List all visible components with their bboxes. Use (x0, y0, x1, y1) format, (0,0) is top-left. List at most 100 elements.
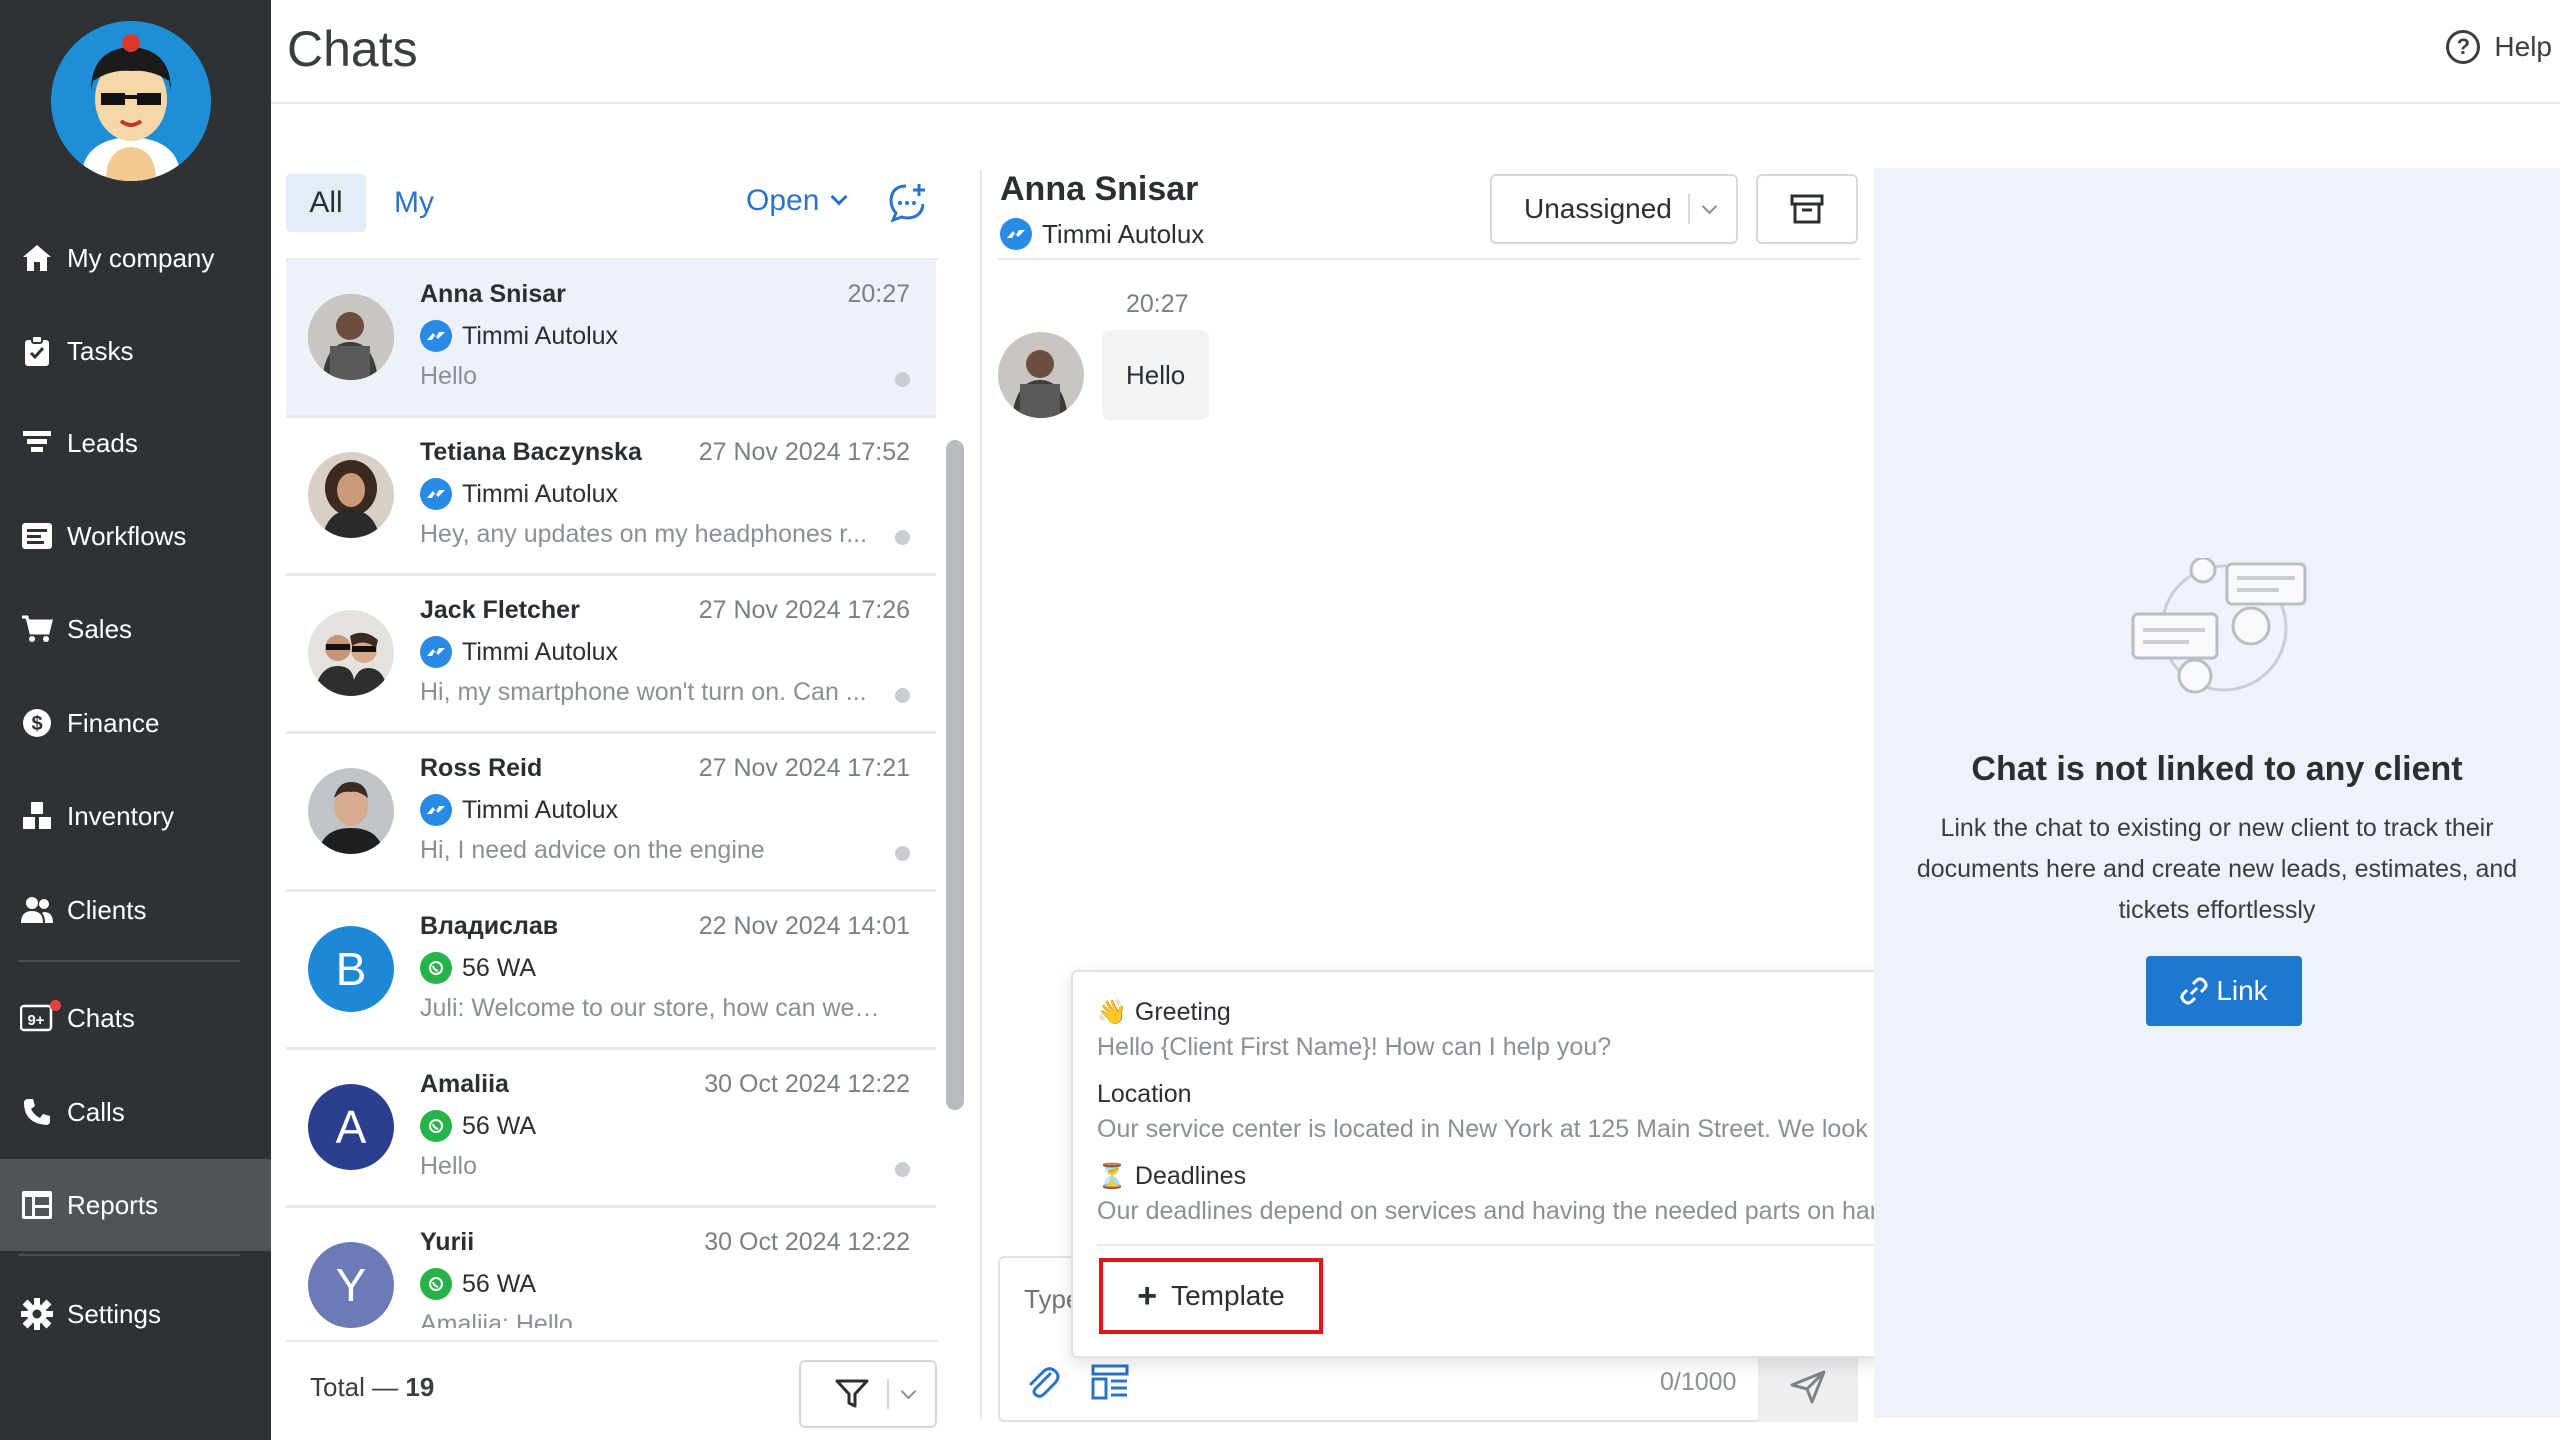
template-popup: 👋 Greeting Hello {Client First Name}! Ho… (1071, 970, 1989, 1358)
notification-dot (50, 1000, 61, 1011)
chat-timestamp: 22 Nov 2024 14:01 (698, 912, 910, 940)
sidebar-item-label: Inventory (67, 800, 174, 831)
messenger-icon (1000, 218, 1032, 250)
boxes-icon (19, 798, 55, 834)
new-chat-icon[interactable] (886, 182, 928, 224)
help-button[interactable]: ? Help (2446, 30, 2552, 64)
sidebar-item-reports[interactable]: Reports (0, 1159, 271, 1251)
template-body: Hello {Client First Name}! How can I hel… (1097, 1033, 1612, 1061)
whatsapp-icon (420, 1110, 452, 1142)
chat-source: 56 WA (420, 1268, 536, 1300)
chat-timestamp: 27 Nov 2024 17:52 (698, 438, 910, 466)
status-dot (895, 1162, 910, 1177)
avatar (308, 294, 394, 380)
sidebar-item-workflows[interactable]: Workflows (0, 490, 271, 582)
avatar: Y (308, 1242, 394, 1328)
waving-hand-icon: 👋 (1097, 999, 1127, 1026)
sidebar-item-inventory[interactable]: Inventory (0, 770, 271, 862)
chat-list-item[interactable]: Ross Reid 27 Nov 2024 17:21 Timmi Autolu… (286, 734, 936, 892)
assignee-dropdown[interactable]: Unassigned (1490, 174, 1738, 244)
chat-list-item[interactable]: Tetiana Baczynska 27 Nov 2024 17:52 Timm… (286, 418, 936, 576)
chat-source: Timmi Autolux (420, 478, 618, 510)
chat-timestamp: 30 Oct 2024 12:22 (704, 1070, 910, 1098)
template-title-row: Location (1097, 1080, 1967, 1109)
sidebar-item-calls[interactable]: Calls (0, 1066, 271, 1158)
send-button[interactable] (1758, 1352, 1858, 1422)
avatar: B (308, 926, 394, 1012)
sidebar-item-label: Clients (67, 894, 147, 925)
users-icon (19, 892, 55, 928)
clipboard-check-icon (19, 333, 55, 369)
chat-source-label: 56 WA (462, 1269, 537, 1298)
avatar (308, 610, 394, 696)
sidebar-item-leads[interactable]: Leads (0, 397, 271, 489)
add-template-button[interactable]: + Template (1099, 1258, 1323, 1334)
chat-contact-name: Amaliia (420, 1070, 509, 1098)
messenger-icon (420, 636, 452, 668)
conversation-contact-name: Anna Snisar (1000, 170, 1199, 208)
status-dot (895, 846, 910, 861)
button-divider (887, 1379, 889, 1409)
chat-list-item[interactable]: Jack Fletcher 27 Nov 2024 17:26 Timmi Au… (286, 576, 936, 734)
sidebar-item-chats[interactable]: 9+ Chats (0, 972, 271, 1064)
chat-list[interactable]: Anna Snisar 20:27 Timmi Autolux Hello Te… (286, 258, 938, 1328)
dropdown-divider (1687, 194, 1690, 224)
sidebar-item-finance[interactable]: $ Finance (0, 677, 271, 769)
sidebar-item-my-company[interactable]: My company (0, 212, 271, 304)
template-item-location[interactable]: Location Our service center is located i… (1097, 1080, 1967, 1144)
messenger-icon (420, 478, 452, 510)
chat-list-item[interactable]: B Владислав 22 Nov 2024 14:01 56 WA Juli… (286, 892, 936, 1050)
template-icon[interactable] (1090, 1362, 1130, 1402)
user-avatar[interactable] (51, 21, 211, 181)
template-title: Greeting (1134, 998, 1231, 1026)
sidebar: My company Tasks Leads Workflows Sales $… (0, 0, 271, 1440)
link-client-button[interactable]: Link (2146, 956, 2302, 1026)
sidebar-item-label: My company (67, 242, 215, 273)
chat-list-item[interactable]: Anna Snisar 20:27 Timmi Autolux Hello (286, 260, 936, 418)
conversation-source: Timmi Autolux (1000, 218, 1204, 250)
chevron-down-icon (830, 188, 848, 206)
sidebar-item-label: Calls (67, 1096, 125, 1127)
avatar-initial: B (335, 943, 367, 995)
chat-timestamp: 27 Nov 2024 17:21 (698, 754, 910, 782)
sidebar-item-settings[interactable]: Settings (0, 1268, 271, 1360)
sidebar-item-label: Chats (67, 1002, 135, 1033)
tab-all[interactable]: All (286, 174, 366, 232)
sidebar-item-label: Settings (67, 1298, 161, 1329)
client-info-panel: Chat is not linked to any client Link th… (1874, 168, 2560, 1418)
sidebar-item-clients[interactable]: Clients (0, 864, 271, 956)
chat-list-scrollbar[interactable] (946, 270, 964, 1440)
tab-my[interactable]: My (380, 174, 448, 232)
chevron-down-icon (900, 1383, 917, 1399)
chat-source: 56 WA (420, 1110, 536, 1142)
sidebar-item-tasks[interactable]: Tasks (0, 305, 271, 397)
chat-preview: Hey, any updates on my headphones r... (420, 520, 868, 548)
template-item-greeting[interactable]: 👋 Greeting Hello {Client First Name}! Ho… (1097, 998, 1967, 1062)
chat-contact-name: Anna Snisar (420, 280, 566, 308)
avatar-initial: A (335, 1101, 367, 1153)
scrollbar-thumb[interactable] (946, 440, 964, 1110)
sidebar-item-label: Leads (67, 427, 138, 458)
chat-preview: Hello (420, 1152, 477, 1180)
avatar-initial: Y (335, 1259, 367, 1311)
chat-contact-name: Yurii (420, 1228, 475, 1256)
template-item-deadlines[interactable]: ⏳ Deadlines Our deadlines depend on serv… (1097, 1162, 1967, 1226)
chat-list-item[interactable]: A Amaliia 30 Oct 2024 12:22 56 WA Hello (286, 1050, 936, 1208)
filter-button[interactable] (799, 1360, 937, 1428)
chat-preview: Hi, my smartphone won't turn on. Can ... (420, 678, 867, 706)
template-title: Location (1097, 1080, 1192, 1108)
paperclip-icon[interactable] (1022, 1362, 1062, 1402)
status-filter-dropdown[interactable]: Open (746, 184, 848, 218)
send-icon (1790, 1370, 1826, 1404)
sidebar-item-label: Finance (67, 707, 160, 738)
status-dot (895, 688, 910, 703)
template-body: Our deadlines depend on services and hav… (1097, 1197, 1933, 1225)
archive-button[interactable] (1756, 174, 1858, 244)
sidebar-item-sales[interactable]: Sales (0, 583, 271, 675)
cart-icon (19, 611, 55, 647)
assignee-value: Unassigned (1524, 193, 1672, 224)
chat-list-item[interactable]: Y Yurii 30 Oct 2024 12:22 56 WA Amaliia:… (286, 1208, 936, 1328)
character-count: 0/1000 (1660, 1368, 1737, 1396)
page-title: Chats (287, 21, 418, 77)
whatsapp-icon (420, 952, 452, 984)
